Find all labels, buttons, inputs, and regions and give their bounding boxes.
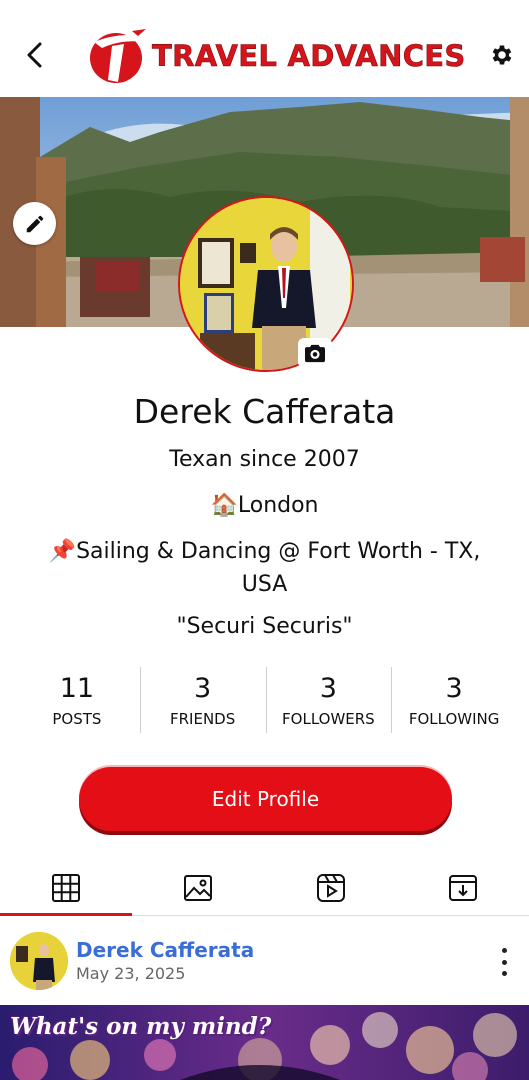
gear-icon bbox=[492, 45, 512, 65]
bio-line: Texan since 2007 bbox=[169, 447, 360, 472]
edit-cover-button[interactable] bbox=[13, 202, 56, 245]
change-avatar-button[interactable] bbox=[298, 338, 332, 368]
post-image-caption: What's on my mind? bbox=[10, 1013, 272, 1040]
profile-tabs bbox=[0, 860, 529, 916]
travel-advances-logo-icon bbox=[90, 29, 148, 83]
stat-following[interactable]: 3 FOLLOWING bbox=[391, 665, 517, 735]
chevron-left-icon bbox=[27, 42, 42, 68]
reels-icon bbox=[316, 873, 345, 902]
image-icon bbox=[184, 874, 213, 901]
profile-name: Derek Cafferata bbox=[133, 392, 396, 431]
tab-archive[interactable] bbox=[397, 860, 529, 915]
stat-label: FOLLOWERS bbox=[282, 710, 375, 728]
dot bbox=[501, 971, 507, 976]
stat-label: POSTS bbox=[52, 710, 102, 728]
settings-button[interactable] bbox=[487, 40, 517, 70]
edit-profile-button[interactable]: Edit Profile bbox=[79, 767, 452, 831]
post-image[interactable]: What's on my mind? bbox=[0, 1005, 529, 1080]
pencil-icon bbox=[26, 215, 43, 232]
stat-posts[interactable]: 11 POSTS bbox=[14, 665, 140, 735]
stat-value: 3 bbox=[319, 673, 337, 704]
post-header: Derek Cafferata May 23, 2025 bbox=[0, 930, 529, 994]
tab-photos[interactable] bbox=[132, 860, 264, 915]
app-header: TRAVEL ADVANCES bbox=[0, 0, 529, 97]
profile-stats: 11 POSTS 3 FRIENDS 3 FOLLOWERS 3 FOLLOWI… bbox=[14, 665, 517, 735]
avatar-photo bbox=[10, 932, 68, 990]
post-author-name[interactable]: Derek Cafferata bbox=[76, 938, 254, 962]
more-vertical-icon bbox=[501, 948, 507, 953]
brand-name: TRAVEL ADVANCES bbox=[152, 39, 466, 74]
post-author-avatar[interactable] bbox=[10, 932, 68, 990]
stat-value: 3 bbox=[445, 673, 463, 704]
grid-icon bbox=[52, 873, 81, 902]
archive-icon bbox=[448, 874, 477, 901]
stat-label: FRIENDS bbox=[170, 710, 236, 728]
post-date: May 23, 2025 bbox=[76, 964, 186, 983]
bio-activity: 📌Sailing & Dancing @ Fort Worth - TX, US… bbox=[48, 539, 481, 597]
stat-value: 3 bbox=[194, 673, 212, 704]
stat-followers[interactable]: 3 FOLLOWERS bbox=[265, 665, 392, 735]
stat-value: 11 bbox=[59, 673, 95, 704]
dot bbox=[501, 959, 507, 965]
tab-grid[interactable] bbox=[0, 860, 133, 916]
bio-location: 🏠London bbox=[210, 493, 319, 518]
camera-icon bbox=[305, 344, 325, 363]
tab-reels[interactable] bbox=[265, 860, 397, 915]
back-button[interactable] bbox=[18, 38, 52, 72]
bio-quote: "Securi Securis" bbox=[176, 614, 353, 639]
stat-friends[interactable]: 3 FRIENDS bbox=[139, 665, 266, 735]
stat-label: FOLLOWING bbox=[408, 710, 500, 728]
brand-logo: TRAVEL ADVANCES bbox=[88, 28, 466, 84]
post-more-button[interactable] bbox=[497, 948, 511, 976]
